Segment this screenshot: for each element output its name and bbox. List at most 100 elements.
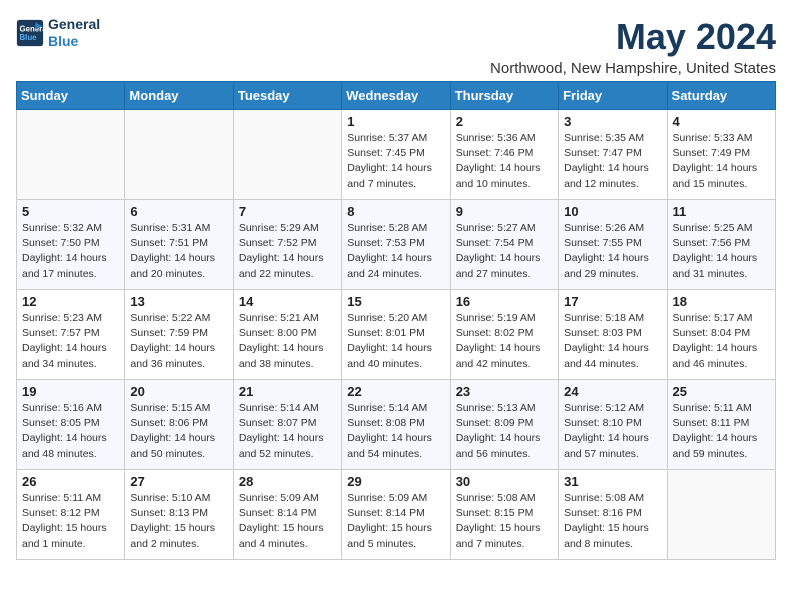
calendar-subtitle: Northwood, New Hampshire, United States (490, 60, 776, 77)
calendar-cell (667, 470, 775, 560)
day-content: Sunrise: 5:14 AM Sunset: 8:07 PM Dayligh… (239, 401, 336, 462)
col-header-wednesday: Wednesday (342, 82, 450, 110)
day-content: Sunrise: 5:37 AM Sunset: 7:45 PM Dayligh… (347, 131, 444, 192)
calendar-cell: 19 Sunrise: 5:16 AM Sunset: 8:05 PM Dayli… (17, 380, 125, 470)
day-number: 10 (564, 204, 661, 219)
calendar-cell (233, 110, 341, 200)
calendar-cell: 5Sunrise: 5:32 AM Sunset: 7:50 PM Daylig… (17, 200, 125, 290)
calendar-cell: 29 Sunrise: 5:09 AM Sunset: 8:14 PM Dayli… (342, 470, 450, 560)
calendar-cell: 25Sunrise: 5:11 AM Sunset: 8:11 PM Dayli… (667, 380, 775, 470)
calendar-cell: 3Sunrise: 5:35 AM Sunset: 7:47 PM Daylig… (559, 110, 667, 200)
day-number: 26 (22, 474, 119, 489)
svg-text:Blue: Blue (20, 33, 38, 42)
day-content: Sunrise: 5:10 AM Sunset: 8:13 PM Dayligh… (130, 491, 227, 552)
calendar-cell: 6Sunrise: 5:31 AM Sunset: 7:51 PM Daylig… (125, 200, 233, 290)
logo: General Blue General Blue (16, 16, 100, 50)
day-content: Sunrise: 5:26 AM Sunset: 7:55 PM Dayligh… (564, 221, 661, 282)
header: General Blue General Blue May 2024 North… (16, 16, 776, 77)
calendar-cell: 11 Sunrise: 5:25 AM Sunset: 7:56 PM Dayli… (667, 200, 775, 290)
day-content: Sunrise: 5:23 AM Sunset: 7:57 PM Dayligh… (22, 311, 119, 372)
day-content: Sunrise: 5:28 AM Sunset: 7:53 PM Dayligh… (347, 221, 444, 282)
col-header-friday: Friday (559, 82, 667, 110)
calendar-title: May 2024 (490, 16, 776, 58)
calendar-cell: 15 Sunrise: 5:20 AM Sunset: 8:01 PM Dayli… (342, 290, 450, 380)
logo-text-general: General (48, 16, 100, 33)
calendar-cell (125, 110, 233, 200)
day-number: 18 (673, 294, 770, 309)
calendar-cell: 21 Sunrise: 5:14 AM Sunset: 8:07 PM Dayli… (233, 380, 341, 470)
day-number: 23 (456, 384, 553, 399)
calendar-cell: 18 Sunrise: 5:17 AM Sunset: 8:04 PM Dayli… (667, 290, 775, 380)
col-header-sunday: Sunday (17, 82, 125, 110)
calendar-cell: 10 Sunrise: 5:26 AM Sunset: 7:55 PM Dayli… (559, 200, 667, 290)
day-content: Sunrise: 5:16 AM Sunset: 8:05 PM Dayligh… (22, 401, 119, 462)
calendar-cell: 14Sunrise: 5:21 AM Sunset: 8:00 PM Dayli… (233, 290, 341, 380)
calendar-cell: 12 Sunrise: 5:23 AM Sunset: 7:57 PM Dayli… (17, 290, 125, 380)
day-number: 8 (347, 204, 444, 219)
day-number: 19 (22, 384, 119, 399)
day-number: 4 (673, 114, 770, 129)
calendar-cell: 24 Sunrise: 5:12 AM Sunset: 8:10 PM Dayli… (559, 380, 667, 470)
day-content: Sunrise: 5:25 AM Sunset: 7:56 PM Dayligh… (673, 221, 770, 282)
day-number: 28 (239, 474, 336, 489)
col-header-saturday: Saturday (667, 82, 775, 110)
day-content: Sunrise: 5:35 AM Sunset: 7:47 PM Dayligh… (564, 131, 661, 192)
day-number: 11 (673, 204, 770, 219)
day-number: 16 (456, 294, 553, 309)
calendar-cell: 16 Sunrise: 5:19 AM Sunset: 8:02 PM Dayli… (450, 290, 558, 380)
day-number: 13 (130, 294, 227, 309)
day-content: Sunrise: 5:33 AM Sunset: 7:49 PM Dayligh… (673, 131, 770, 192)
day-content: Sunrise: 5:08 AM Sunset: 8:15 PM Dayligh… (456, 491, 553, 552)
col-header-thursday: Thursday (450, 82, 558, 110)
day-number: 1 (347, 114, 444, 129)
day-number: 17 (564, 294, 661, 309)
day-number: 15 (347, 294, 444, 309)
calendar-table: SundayMondayTuesdayWednesdayThursdayFrid… (16, 81, 776, 560)
day-content: Sunrise: 5:21 AM Sunset: 8:00 PM Dayligh… (239, 311, 336, 372)
title-area: May 2024 Northwood, New Hampshire, Unite… (490, 16, 776, 77)
day-number: 29 (347, 474, 444, 489)
day-content: Sunrise: 5:13 AM Sunset: 8:09 PM Dayligh… (456, 401, 553, 462)
day-content: Sunrise: 5:15 AM Sunset: 8:06 PM Dayligh… (130, 401, 227, 462)
day-number: 22 (347, 384, 444, 399)
day-content: Sunrise: 5:17 AM Sunset: 8:04 PM Dayligh… (673, 311, 770, 372)
day-number: 7 (239, 204, 336, 219)
day-content: Sunrise: 5:12 AM Sunset: 8:10 PM Dayligh… (564, 401, 661, 462)
calendar-cell: 20Sunrise: 5:15 AM Sunset: 8:06 PM Dayli… (125, 380, 233, 470)
day-content: Sunrise: 5:29 AM Sunset: 7:52 PM Dayligh… (239, 221, 336, 282)
day-number: 27 (130, 474, 227, 489)
day-content: Sunrise: 5:22 AM Sunset: 7:59 PM Dayligh… (130, 311, 227, 372)
calendar-cell: 4 Sunrise: 5:33 AM Sunset: 7:49 PM Daylig… (667, 110, 775, 200)
calendar-cell: 28 Sunrise: 5:09 AM Sunset: 8:14 PM Dayli… (233, 470, 341, 560)
calendar-cell: 9 Sunrise: 5:27 AM Sunset: 7:54 PM Daylig… (450, 200, 558, 290)
logo-text-blue: Blue (48, 33, 100, 50)
calendar-cell: 1 Sunrise: 5:37 AM Sunset: 7:45 PM Daylig… (342, 110, 450, 200)
day-number: 2 (456, 114, 553, 129)
day-number: 12 (22, 294, 119, 309)
day-number: 9 (456, 204, 553, 219)
day-content: Sunrise: 5:09 AM Sunset: 8:14 PM Dayligh… (239, 491, 336, 552)
day-content: Sunrise: 5:08 AM Sunset: 8:16 PM Dayligh… (564, 491, 661, 552)
day-content: Sunrise: 5:11 AM Sunset: 8:12 PM Dayligh… (22, 491, 119, 552)
col-header-monday: Monday (125, 82, 233, 110)
day-content: Sunrise: 5:14 AM Sunset: 8:08 PM Dayligh… (347, 401, 444, 462)
day-content: Sunrise: 5:27 AM Sunset: 7:54 PM Dayligh… (456, 221, 553, 282)
calendar-cell: 30Sunrise: 5:08 AM Sunset: 8:15 PM Dayli… (450, 470, 558, 560)
calendar-cell: 22 Sunrise: 5:14 AM Sunset: 8:08 PM Dayli… (342, 380, 450, 470)
calendar-cell: 27 Sunrise: 5:10 AM Sunset: 8:13 PM Dayli… (125, 470, 233, 560)
day-number: 5 (22, 204, 119, 219)
calendar-cell: 31Sunrise: 5:08 AM Sunset: 8:16 PM Dayli… (559, 470, 667, 560)
calendar-cell: 7 Sunrise: 5:29 AM Sunset: 7:52 PM Daylig… (233, 200, 341, 290)
day-content: Sunrise: 5:09 AM Sunset: 8:14 PM Dayligh… (347, 491, 444, 552)
logo-icon: General Blue (16, 19, 44, 47)
calendar-cell: 2Sunrise: 5:36 AM Sunset: 7:46 PM Daylig… (450, 110, 558, 200)
day-content: Sunrise: 5:20 AM Sunset: 8:01 PM Dayligh… (347, 311, 444, 372)
calendar-cell: 23 Sunrise: 5:13 AM Sunset: 8:09 PM Dayli… (450, 380, 558, 470)
day-number: 24 (564, 384, 661, 399)
calendar-cell: 13 Sunrise: 5:22 AM Sunset: 7:59 PM Dayli… (125, 290, 233, 380)
day-content: Sunrise: 5:19 AM Sunset: 8:02 PM Dayligh… (456, 311, 553, 372)
day-content: Sunrise: 5:18 AM Sunset: 8:03 PM Dayligh… (564, 311, 661, 372)
day-number: 21 (239, 384, 336, 399)
calendar-cell: 8 Sunrise: 5:28 AM Sunset: 7:53 PM Daylig… (342, 200, 450, 290)
col-header-tuesday: Tuesday (233, 82, 341, 110)
